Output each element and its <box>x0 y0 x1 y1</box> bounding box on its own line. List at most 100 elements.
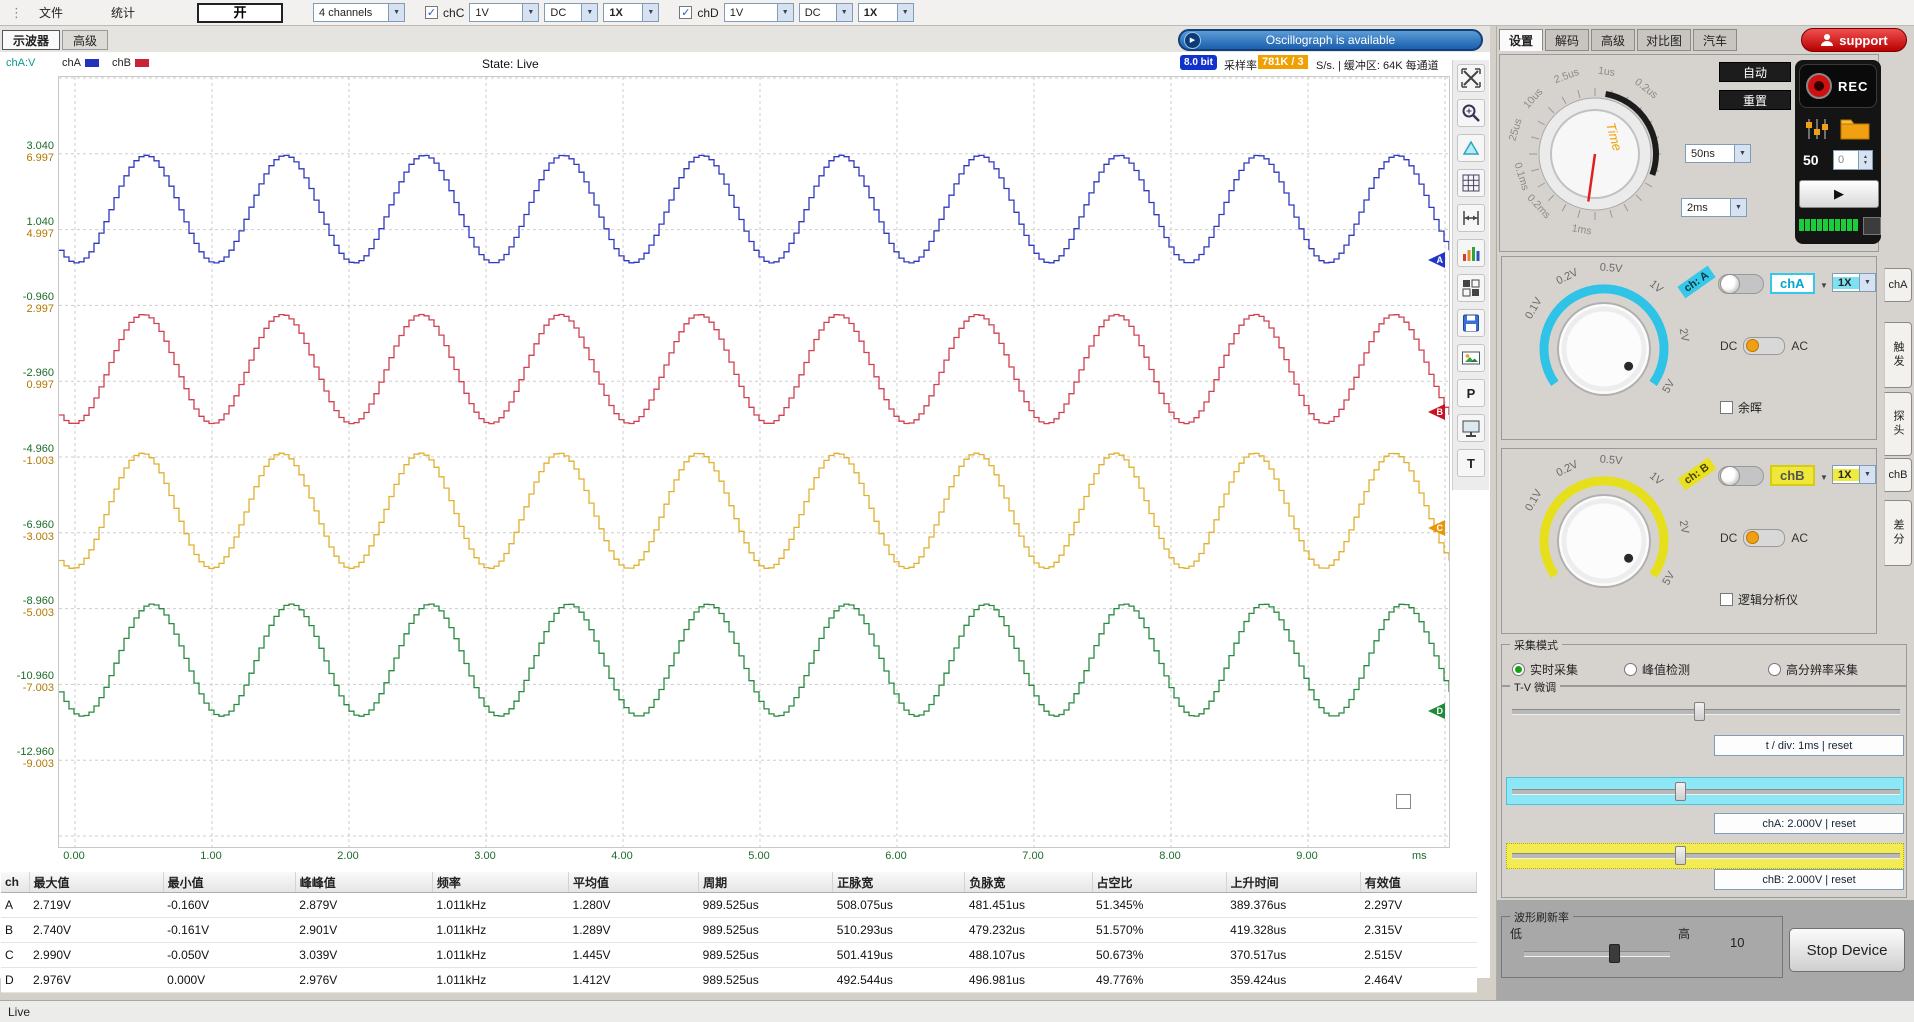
table-row[interactable]: B2.740V-0.161V2.901V1.011kHz1.289V989.52… <box>1 918 1477 943</box>
toggle-track[interactable] <box>1718 274 1764 294</box>
side-tab-差分[interactable]: 差分 <box>1884 500 1912 566</box>
chD-volt-select[interactable]: 1V▼ <box>724 3 794 22</box>
chC-enable-checkbox[interactable]: ✓ <box>425 6 438 19</box>
tab-decode[interactable]: 解码 <box>1545 29 1589 51</box>
table-header-cell[interactable]: 平均值 <box>569 872 699 893</box>
chB-dial-wrap[interactable]: 0.1V0.2V0.5V1V2V5V <box>1504 455 1704 628</box>
tv-slider[interactable] <box>1512 853 1900 859</box>
chA-dc-label[interactable]: DC <box>1720 339 1737 353</box>
levels-icon[interactable] <box>1803 116 1831 145</box>
layout-icon[interactable] <box>1457 274 1485 302</box>
plot-option-checkbox[interactable] <box>1396 794 1411 809</box>
chevron-down-icon[interactable]: ▼ <box>1820 281 1828 290</box>
table-row[interactable]: D2.976V0.000V2.976V1.011kHz1.412V989.525… <box>1 968 1477 993</box>
table-header-cell[interactable]: 负脉宽 <box>965 872 1092 893</box>
tab-compare[interactable]: 对比图 <box>1637 29 1691 51</box>
tab-advanced[interactable]: 高级 <box>62 30 108 50</box>
record-index-spinner[interactable]: 0 ▲▼ <box>1833 150 1873 170</box>
trigger-marker-icon[interactable] <box>1457 134 1485 162</box>
tv-reset-button[interactable]: t / div: 1ms | reset <box>1714 735 1904 756</box>
refresh-rate-slider[interactable] <box>1524 951 1670 957</box>
auto-setup-button[interactable]: 自动 <box>1719 62 1791 82</box>
timebase-knob-wrap[interactable]: Time10us2.5us1us0.2us25us0.1ms0.2ms1ms <box>1505 62 1685 246</box>
chB-coupling-toggle[interactable] <box>1743 529 1785 547</box>
channel-count-select[interactable]: 4 channels ▼ <box>313 3 405 22</box>
timebase-select-2[interactable]: 2ms▼ <box>1681 198 1747 217</box>
waveform-canvas[interactable] <box>59 77 1449 847</box>
tv-slider[interactable] <box>1512 709 1900 715</box>
radio-峰值检测[interactable]: 峰值检测 <box>1624 661 1690 678</box>
waveform-plot[interactable] <box>58 76 1450 848</box>
refresh-slider-thumb[interactable] <box>1609 944 1620 963</box>
h-cursors-icon[interactable] <box>1457 204 1485 232</box>
table-header-cell[interactable]: 峰峰值 <box>295 872 432 893</box>
chD-probe-select[interactable]: 1X▼ <box>858 3 914 22</box>
pan-zoom-icon[interactable] <box>1457 64 1485 92</box>
tv-reset-button[interactable]: chA: 2.000V | reset <box>1714 813 1904 834</box>
tab-settings[interactable]: 设置 <box>1499 29 1543 51</box>
display-icon[interactable] <box>1457 414 1485 442</box>
tv-reset-button[interactable]: chB: 2.000V | reset <box>1714 869 1904 890</box>
spectrum-icon[interactable] <box>1457 239 1485 267</box>
table-header-cell[interactable]: 最大值 <box>29 872 163 893</box>
chC-coupling-select[interactable]: DC▼ <box>544 3 598 22</box>
save-icon[interactable] <box>1457 309 1485 337</box>
table-header-cell[interactable]: 最小值 <box>163 872 295 893</box>
chD-enable-checkbox[interactable]: ✓ <box>679 6 692 19</box>
side-tab-触发[interactable]: 触发 <box>1884 322 1912 388</box>
checkbox-icon[interactable] <box>1720 401 1733 414</box>
reset-button[interactable]: 重置 <box>1719 90 1791 110</box>
spinner-arrows-icon[interactable]: ▲▼ <box>1858 151 1872 169</box>
grid-icon[interactable] <box>1457 169 1485 197</box>
tab-oscilloscope[interactable]: 示波器 <box>2 30 60 50</box>
chB-ac-label[interactable]: AC <box>1791 531 1808 545</box>
playback-button[interactable]: ▶ <box>1799 180 1879 208</box>
chA-dial-wrap[interactable]: 0.1V0.2V0.5V1V2V5V <box>1504 263 1704 436</box>
t-tool[interactable]: T <box>1457 449 1485 477</box>
folder-icon[interactable] <box>1839 116 1871 145</box>
p-tool[interactable]: P <box>1457 379 1485 407</box>
radio-高分辨率采集[interactable]: 高分辨率采集 <box>1768 661 1858 678</box>
toggle-track[interactable] <box>1718 466 1764 486</box>
chB-probe-select[interactable]: 1X▼ <box>1832 465 1876 484</box>
side-tab-探头[interactable]: 探头 <box>1884 392 1912 456</box>
radio-icon[interactable] <box>1512 663 1525 676</box>
table-header-cell[interactable]: 频率 <box>432 872 568 893</box>
table-row[interactable]: A2.719V-0.160V2.879V1.011kHz1.280V989.52… <box>1 893 1477 918</box>
snapshot-icon[interactable] <box>1457 344 1485 372</box>
chA-volts-dial[interactable]: 0.1V0.2V0.5V1V2V5V <box>1504 263 1704 433</box>
checkbox-icon[interactable] <box>1720 593 1733 606</box>
table-header-cell[interactable]: 有效值 <box>1360 872 1476 893</box>
timebase-select[interactable]: 50ns▼ <box>1685 144 1751 163</box>
chC-probe-select[interactable]: 1X▼ <box>603 3 659 22</box>
chA-enable-toggle[interactable]: chA <box>1718 273 1815 294</box>
table-header-cell[interactable]: 正脉宽 <box>833 872 965 893</box>
side-tab-chB[interactable]: chB <box>1884 458 1912 492</box>
radio-实时采集[interactable]: 实时采集 <box>1512 661 1578 678</box>
chB-volts-dial[interactable]: 0.1V0.2V0.5V1V2V5V <box>1504 455 1704 625</box>
tv-slider-thumb[interactable] <box>1675 782 1686 801</box>
chA-persistence-checkbox[interactable]: 余晖 <box>1720 399 1762 416</box>
table-header-cell[interactable]: ch <box>1 872 29 893</box>
table-header-cell[interactable]: 周期 <box>699 872 833 893</box>
chevron-down-icon[interactable]: ▼ <box>1820 473 1828 482</box>
zoom-icon[interactable] <box>1457 99 1485 127</box>
menu-statistics[interactable]: 统计 <box>101 2 145 23</box>
radio-icon[interactable] <box>1768 663 1781 676</box>
record-button[interactable]: REC <box>1799 64 1877 108</box>
tv-slider-thumb[interactable] <box>1675 846 1686 865</box>
chA-probe-select[interactable]: 1X▼ <box>1832 273 1876 292</box>
chD-coupling-select[interactable]: DC▼ <box>799 3 853 22</box>
tv-slider-thumb[interactable] <box>1694 702 1705 721</box>
tv-slider[interactable] <box>1512 789 1900 795</box>
chB-logic-analyzer-checkbox[interactable]: 逻辑分析仪 <box>1720 591 1798 608</box>
table-row[interactable]: C2.990V-0.050V3.039V1.011kHz1.445V989.52… <box>1 943 1477 968</box>
chA-ac-label[interactable]: AC <box>1791 339 1808 353</box>
table-header-cell[interactable]: 上升时间 <box>1226 872 1360 893</box>
side-tab-chA[interactable]: chA <box>1884 268 1912 302</box>
chC-volt-select[interactable]: 1V▼ <box>469 3 539 22</box>
power-button[interactable]: 开 <box>197 3 283 23</box>
toolbar-grip[interactable]: ⋮ <box>10 5 23 21</box>
tab-automotive[interactable]: 汽车 <box>1693 29 1737 51</box>
menu-file[interactable]: 文件 <box>29 2 73 23</box>
